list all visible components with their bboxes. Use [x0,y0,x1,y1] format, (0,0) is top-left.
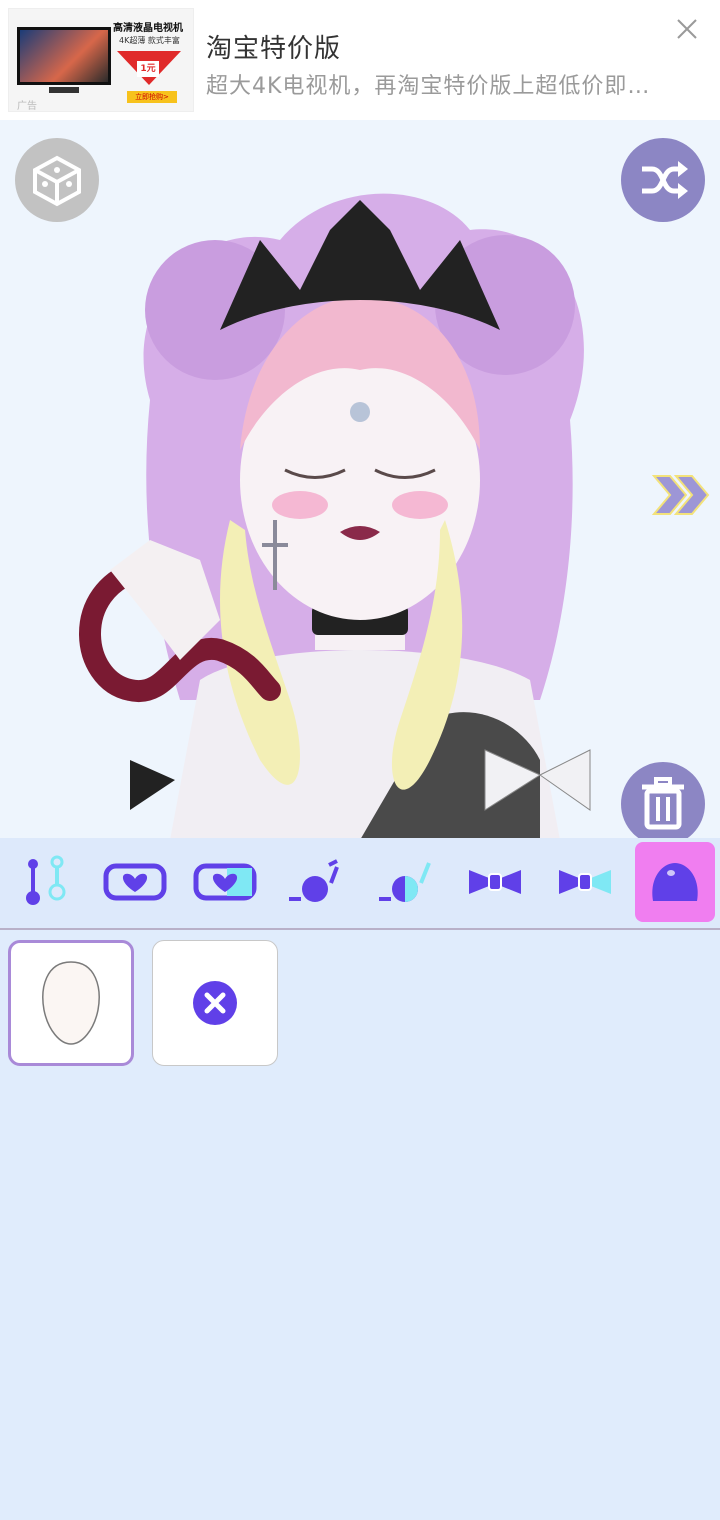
double-chevron-right-icon[interactable] [650,472,710,518]
category-blob[interactable] [635,842,715,922]
tv-image [17,27,111,85]
trash-icon [642,777,684,830]
none-item[interactable] [152,940,278,1066]
category-bow[interactable] [455,842,535,922]
ad-thumb-price: 1元 [137,61,159,77]
category-bow-2[interactable] [545,842,625,922]
category-ball-stick[interactable] [275,842,355,922]
category-ball-stick-2[interactable] [365,842,445,922]
character-stage [0,120,720,838]
category-heart-frame[interactable] [95,842,175,922]
ad-thumb-buy: 立即抢购> [127,91,177,103]
app-root: 高清液晶电视机 4K超薄 款式丰富 1元 立即抢购> 广告 淘宝特价版 超大4K… [0,0,720,1520]
heart-frame-half-icon [193,863,257,901]
blob-icon [652,863,698,901]
ad-thumb-subtitle: 4K超薄 款式丰富 [119,36,180,45]
shuffle-icon [642,161,688,199]
dice-icon [33,155,81,207]
ad-title[interactable]: 淘宝特价版 [206,28,341,65]
ad-thumbnail[interactable]: 高清液晶电视机 4K超薄 款式丰富 1元 立即抢购> 广告 [8,8,194,112]
item-grid [0,930,720,1520]
ball-stick-icon [289,859,339,902]
bow-icon [469,870,521,894]
randomize-dice-button[interactable] [15,138,99,222]
earring-icon [26,855,66,905]
close-icon[interactable] [674,16,700,42]
shuffle-button[interactable] [621,138,705,222]
ad-banner[interactable]: 高清液晶电视机 4K超薄 款式丰富 1元 立即抢购> 广告 淘宝特价版 超大4K… [0,0,720,120]
ad-tag: 广告 [17,101,37,112]
delete-button[interactable] [621,762,705,838]
face-shape-item[interactable] [8,940,134,1066]
category-heart-frame-2[interactable] [185,842,265,922]
bow-half-icon [559,870,611,894]
tv-stand [49,87,79,93]
ad-description[interactable]: 超大4K电视机，再淘宝特价版上超低价即… [206,68,676,100]
character-illustration [79,193,591,838]
close-circle-icon [193,981,237,1025]
ball-stick-half-icon [379,862,431,902]
ad-thumb-title: 高清液晶电视机 [113,23,183,34]
face-shape-icon [42,961,100,1045]
category-earring[interactable] [5,842,85,922]
heart-frame-icon [103,863,167,901]
category-bar [0,838,720,930]
